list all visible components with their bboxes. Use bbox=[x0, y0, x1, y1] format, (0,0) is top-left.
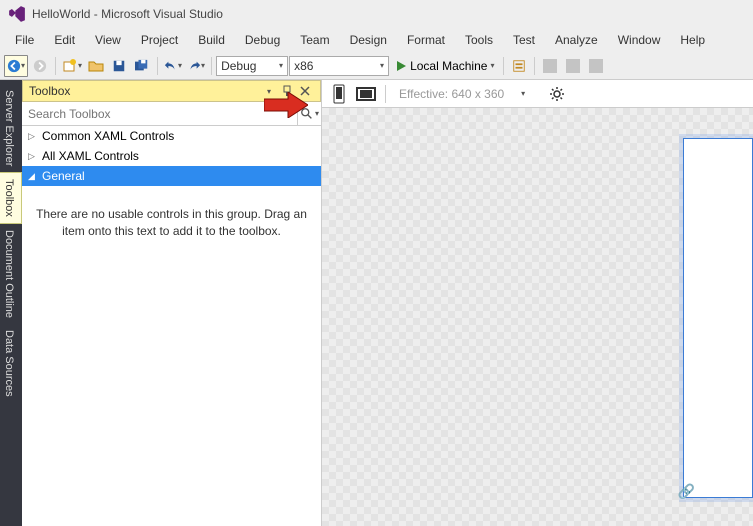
menu-file[interactable]: File bbox=[6, 30, 43, 50]
page-preview[interactable] bbox=[683, 138, 753, 498]
search-input[interactable] bbox=[22, 102, 297, 125]
menu-help[interactable]: Help bbox=[671, 30, 714, 50]
separator bbox=[211, 57, 212, 75]
menu-build[interactable]: Build bbox=[189, 30, 234, 50]
group-all-xaml[interactable]: ▷ All XAML Controls bbox=[22, 146, 321, 166]
separator bbox=[157, 57, 158, 75]
expander-expanded-icon: ◢ bbox=[28, 171, 38, 182]
run-button[interactable]: Local Machine ▾ bbox=[390, 55, 499, 77]
group-label: All XAML Controls bbox=[42, 149, 139, 163]
align-button-2 bbox=[562, 55, 584, 77]
menu-window[interactable]: Window bbox=[609, 30, 670, 50]
main-toolbar: ▾ ▾ ▾ ▾ Debug ▾ x86 ▾ Local Machine ▾ bbox=[0, 52, 753, 80]
platform-label: x86 bbox=[294, 59, 313, 73]
design-surface[interactable]: 🔗 bbox=[322, 108, 753, 526]
props-button[interactable] bbox=[508, 55, 530, 77]
menu-edit[interactable]: Edit bbox=[45, 30, 84, 50]
callout-arrow-icon bbox=[264, 92, 308, 118]
run-label: Local Machine bbox=[410, 59, 487, 73]
device-tablet-button[interactable] bbox=[354, 83, 378, 105]
group-common-xaml[interactable]: ▷ Common XAML Controls bbox=[22, 126, 321, 146]
side-tool-tabs: Server Explorer Toolbox Document Outline… bbox=[0, 80, 22, 526]
expander-collapsed-icon: ▷ bbox=[28, 131, 38, 142]
menu-test[interactable]: Test bbox=[504, 30, 544, 50]
config-label: Debug bbox=[221, 59, 256, 73]
tab-document-outline[interactable]: Document Outline bbox=[0, 224, 22, 324]
menu-tools[interactable]: Tools bbox=[456, 30, 502, 50]
main-area: Server Explorer Toolbox Document Outline… bbox=[0, 80, 753, 526]
platform-select[interactable]: x86 ▾ bbox=[289, 56, 389, 76]
menu-team[interactable]: Team bbox=[291, 30, 338, 50]
open-file-button[interactable] bbox=[85, 55, 107, 77]
gear-icon[interactable] bbox=[546, 83, 568, 105]
menu-project[interactable]: Project bbox=[132, 30, 187, 50]
nav-back-button[interactable]: ▾ bbox=[4, 55, 28, 77]
vs-logo-icon bbox=[8, 5, 26, 23]
link-icon[interactable]: 🔗 bbox=[678, 483, 695, 500]
group-general[interactable]: ◢ General bbox=[22, 166, 321, 186]
tab-toolbox[interactable]: Toolbox bbox=[0, 172, 22, 224]
effective-dropdown[interactable]: ▾ bbox=[512, 83, 534, 105]
expander-collapsed-icon: ▷ bbox=[28, 151, 38, 162]
menu-debug[interactable]: Debug bbox=[236, 30, 289, 50]
group-label: Common XAML Controls bbox=[42, 129, 174, 143]
title-bar: HelloWorld - Microsoft Visual Studio bbox=[0, 0, 753, 28]
align-button-1 bbox=[539, 55, 561, 77]
save-all-button[interactable] bbox=[131, 55, 153, 77]
menu-design[interactable]: Design bbox=[341, 30, 396, 50]
save-button[interactable] bbox=[108, 55, 130, 77]
menu-analyze[interactable]: Analyze bbox=[546, 30, 607, 50]
toolbox-empty-message: There are no usable controls in this gro… bbox=[22, 186, 321, 260]
separator bbox=[55, 57, 56, 75]
separator bbox=[534, 57, 535, 75]
tab-data-sources[interactable]: Data Sources bbox=[0, 324, 22, 403]
device-phone-button[interactable] bbox=[328, 83, 350, 105]
menu-bar: File Edit View Project Build Debug Team … bbox=[0, 28, 753, 52]
separator bbox=[503, 57, 504, 75]
designer-area: Effective: 640 x 360 ▾ 🔗 bbox=[322, 80, 753, 526]
nav-forward-button[interactable] bbox=[29, 55, 51, 77]
tab-server-explorer[interactable]: Server Explorer bbox=[0, 84, 22, 172]
toolbox-panel: Toolbox ▾ ▾ ▷ Common XAML Controls ▷ All… bbox=[22, 80, 322, 526]
effective-size-label: Effective: 640 x 360 bbox=[399, 87, 504, 101]
separator bbox=[385, 85, 386, 103]
config-select[interactable]: Debug ▾ bbox=[216, 56, 288, 76]
redo-button[interactable]: ▾ bbox=[185, 55, 207, 77]
menu-format[interactable]: Format bbox=[398, 30, 454, 50]
menu-view[interactable]: View bbox=[86, 30, 130, 50]
designer-toolbar: Effective: 640 x 360 ▾ bbox=[322, 80, 753, 108]
toolbox-title: Toolbox bbox=[29, 84, 260, 98]
window-title: HelloWorld - Microsoft Visual Studio bbox=[32, 7, 223, 21]
group-label: General bbox=[42, 169, 85, 183]
align-button-3 bbox=[585, 55, 607, 77]
new-project-button[interactable]: ▾ bbox=[60, 55, 84, 77]
undo-button[interactable]: ▾ bbox=[162, 55, 184, 77]
